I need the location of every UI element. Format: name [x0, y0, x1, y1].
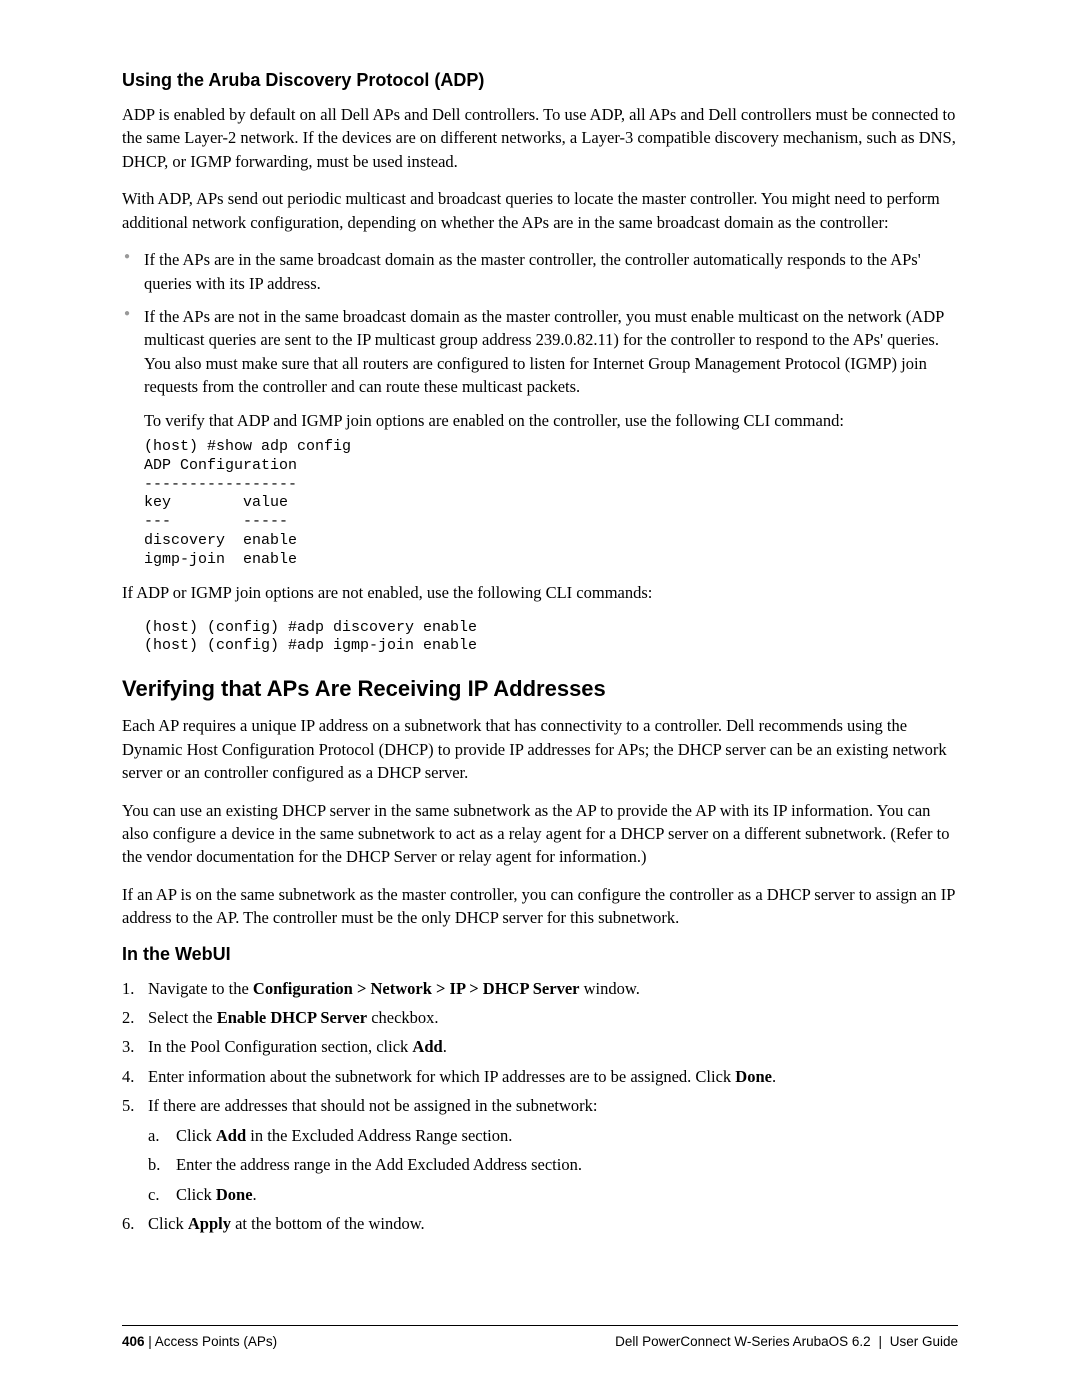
step-text: in the Excluded Address Range section. [246, 1126, 512, 1145]
substeps: a.Click Add in the Excluded Address Rang… [148, 1124, 958, 1206]
bullet-list: If the APs are in the same broadcast dom… [122, 248, 958, 399]
substep-c: c.Click Done. [148, 1183, 958, 1206]
cli-block: (host) #show adp config ADP Configuratio… [144, 438, 958, 569]
subheading-webui: In the WebUI [122, 944, 958, 965]
nav-path: Configuration > Network > IP > DHCP Serv… [253, 979, 580, 998]
step-text: . [253, 1185, 257, 1204]
step-text: Click [148, 1214, 188, 1233]
paragraph: With ADP, APs send out periodic multicas… [122, 187, 958, 234]
step-5: 5.If there are addresses that should not… [122, 1094, 958, 1206]
page-content: Using the Aruba Discovery Protocol (ADP)… [0, 0, 1080, 1235]
bullet-item: If the APs are in the same broadcast dom… [122, 248, 958, 295]
step-text: In the Pool Configuration section, click [148, 1037, 412, 1056]
page-footer: 406 | Access Points (APs) Dell PowerConn… [122, 1325, 958, 1349]
step-text: at the bottom of the window. [231, 1214, 425, 1233]
button-label: Add [216, 1126, 246, 1145]
section-heading-verify-ip: Verifying that APs Are Receiving IP Addr… [122, 676, 958, 702]
step-text: Select the [148, 1008, 217, 1027]
paragraph: Each AP requires a unique IP address on … [122, 714, 958, 784]
footer-right: Dell PowerConnect W-Series ArubaOS 6.2 |… [615, 1334, 958, 1349]
cli-block: (host) (config) #adp discovery enable (h… [144, 619, 958, 657]
step-text: Click [176, 1126, 216, 1145]
step-6: 6.Click Apply at the bottom of the windo… [122, 1212, 958, 1235]
footer-section: Access Points (APs) [155, 1334, 277, 1349]
step-text: . [443, 1037, 447, 1056]
button-label: Apply [188, 1214, 231, 1233]
step-text: . [772, 1067, 776, 1086]
step-3: 3.In the Pool Configuration section, cli… [122, 1035, 958, 1058]
step-1: 1.Navigate to the Configuration > Networ… [122, 977, 958, 1000]
step-text: Enter the address range in the Add Exclu… [176, 1155, 582, 1174]
step-text: Click [176, 1185, 216, 1204]
footer-sep: | [875, 1334, 886, 1349]
footer-product: Dell PowerConnect W-Series ArubaOS 6.2 [615, 1334, 871, 1349]
button-label: Done [216, 1185, 253, 1204]
button-label: Done [735, 1067, 772, 1086]
footer-sep: | [145, 1334, 155, 1349]
substep-b: b.Enter the address range in the Add Exc… [148, 1153, 958, 1176]
ordered-steps: 1.Navigate to the Configuration > Networ… [122, 977, 958, 1236]
step-text: checkbox. [367, 1008, 438, 1027]
section-heading-adp: Using the Aruba Discovery Protocol (ADP) [122, 70, 958, 91]
button-label: Add [412, 1037, 442, 1056]
step-text: If there are addresses that should not b… [148, 1096, 598, 1115]
substep-a: a.Click Add in the Excluded Address Rang… [148, 1124, 958, 1147]
paragraph: ADP is enabled by default on all Dell AP… [122, 103, 958, 173]
paragraph: You can use an existing DHCP server in t… [122, 799, 958, 869]
step-text: Enter information about the subnetwork f… [148, 1067, 735, 1086]
paragraph: To verify that ADP and IGMP join options… [144, 409, 958, 432]
step-text: window. [579, 979, 639, 998]
footer-doc: User Guide [890, 1334, 958, 1349]
step-text: Navigate to the [148, 979, 253, 998]
bullet-item: If the APs are not in the same broadcast… [122, 305, 958, 399]
paragraph: If ADP or IGMP join options are not enab… [122, 581, 958, 604]
paragraph: If an AP is on the same subnetwork as th… [122, 883, 958, 930]
step-2: 2.Select the Enable DHCP Server checkbox… [122, 1006, 958, 1029]
page-number: 406 [122, 1334, 145, 1349]
checkbox-label: Enable DHCP Server [217, 1008, 367, 1027]
footer-left: 406 | Access Points (APs) [122, 1334, 277, 1349]
step-4: 4.Enter information about the subnetwork… [122, 1065, 958, 1088]
